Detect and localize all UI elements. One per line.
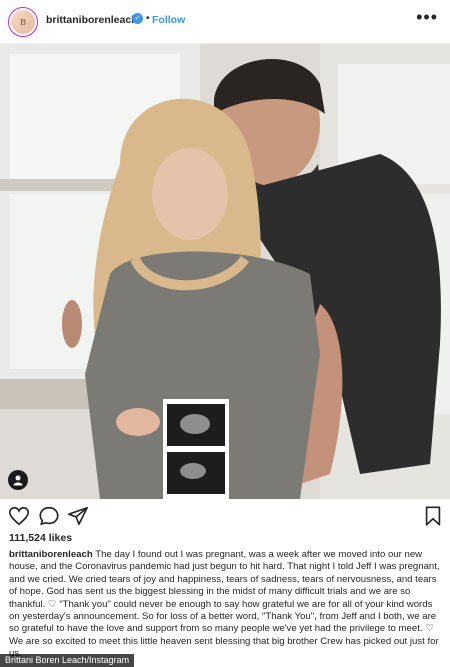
more-options-icon[interactable]: •••: [416, 8, 438, 26]
action-bar: [0, 502, 450, 530]
username[interactable]: brittaniborenleach: [46, 14, 138, 26]
post-caption: brittaniborenleach The day I found out I…: [9, 549, 443, 661]
separator: •: [146, 13, 150, 24]
share-icon[interactable]: [67, 505, 89, 527]
bookmark-icon[interactable]: [422, 505, 444, 527]
likes-count[interactable]: 111,524 likes: [9, 532, 72, 544]
avatar[interactable]: B: [8, 7, 38, 37]
avatar-image: B: [11, 10, 35, 34]
verified-badge-icon: ✓: [132, 13, 143, 24]
person-tag-glyph: [13, 475, 23, 486]
photo-illustration: [0, 44, 450, 499]
caption-text: The day I found out I was pregnant, was …: [9, 549, 440, 659]
post-photo[interactable]: [0, 44, 450, 499]
person-tag-icon[interactable]: [8, 470, 28, 490]
post-header: B brittaniborenleach ✓ • Follow •••: [0, 0, 450, 44]
heart-icon[interactable]: [8, 505, 30, 527]
comment-icon[interactable]: [38, 505, 60, 527]
follow-button[interactable]: Follow: [152, 14, 185, 26]
caption-username[interactable]: brittaniborenleach: [9, 549, 93, 560]
photo-credit: Brittani Boren Leach/Instagram: [0, 654, 135, 667]
